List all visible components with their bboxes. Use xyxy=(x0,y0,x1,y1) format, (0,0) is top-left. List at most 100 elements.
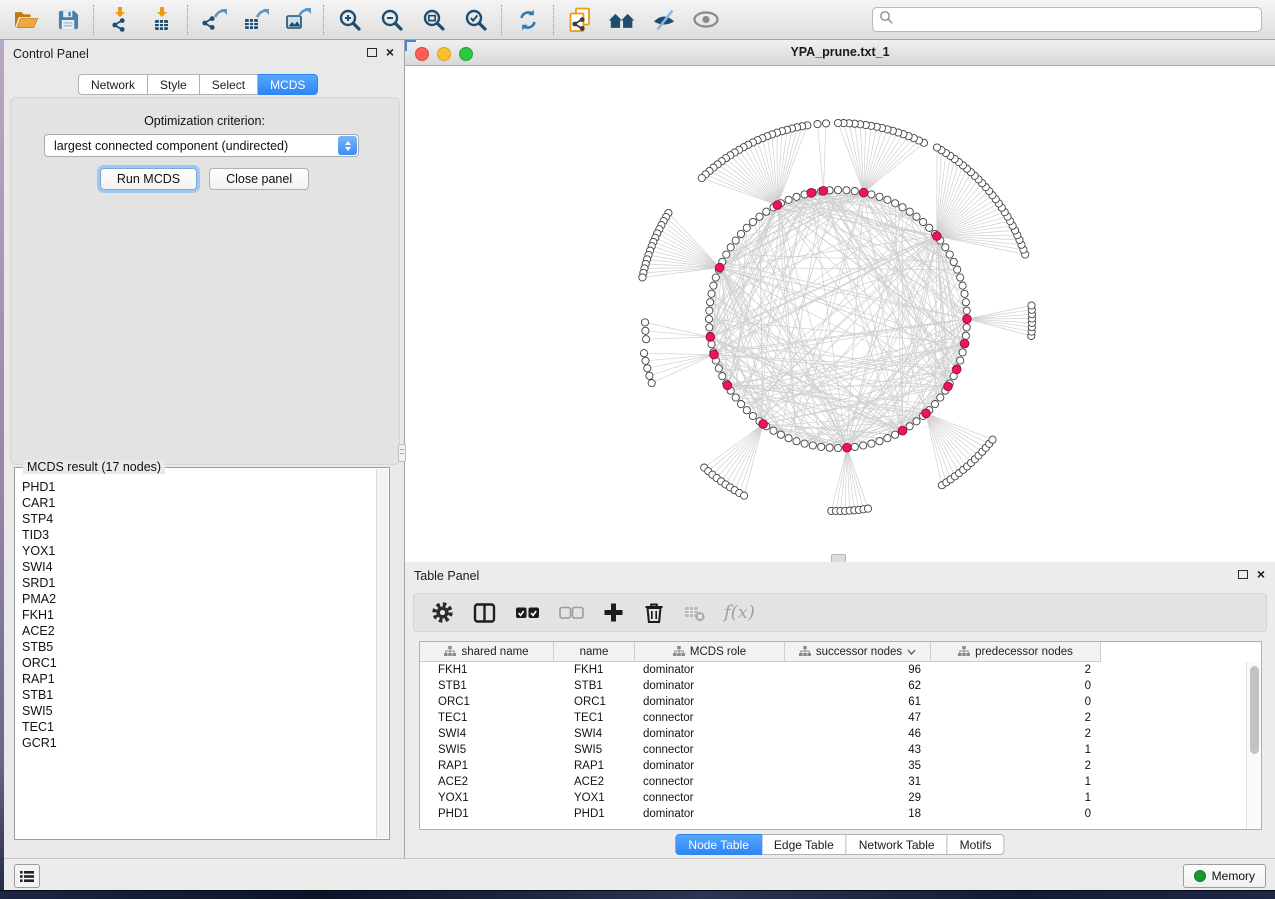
table-row[interactable]: RAP1RAP1dominator352 xyxy=(420,758,1247,774)
houses-icon[interactable] xyxy=(608,6,636,34)
deselect-all-icon[interactable] xyxy=(559,601,584,625)
mcds-result-item[interactable]: STB5 xyxy=(22,639,376,655)
eye-icon[interactable] xyxy=(692,6,720,34)
namespace-icon xyxy=(799,646,811,657)
hide-panels-icon[interactable] xyxy=(650,6,678,34)
save-icon[interactable] xyxy=(54,6,82,34)
close-table-panel-icon[interactable]: × xyxy=(1257,568,1265,580)
search-input[interactable] xyxy=(894,12,1261,28)
select-all-icon[interactable] xyxy=(515,601,540,625)
mcds-result-item[interactable]: STB1 xyxy=(22,687,376,703)
optimization-criterion-label: Optimization criterion: xyxy=(4,114,405,128)
tab-style[interactable]: Style xyxy=(148,74,200,95)
column-header-predecessor-nodes[interactable]: predecessor nodes xyxy=(931,642,1101,662)
column-view-icon[interactable] xyxy=(473,601,496,625)
open-folder-icon[interactable] xyxy=(12,6,40,34)
add-column-icon[interactable] xyxy=(603,601,624,625)
cell-predecessor-nodes: 2 xyxy=(931,726,1101,742)
toolbar-separator xyxy=(93,5,95,35)
cell-MCDS-role: dominator xyxy=(635,694,785,710)
cell-successor-nodes: 61 xyxy=(785,694,931,710)
mcds-result-box: MCDS result (17 nodes) PHD1CAR1STP4TID3Y… xyxy=(14,467,390,840)
memory-button[interactable]: Memory xyxy=(1183,864,1266,888)
mcds-result-item[interactable]: SWI5 xyxy=(22,703,376,719)
cell-MCDS-role: connector xyxy=(635,774,785,790)
zoom-selected-icon[interactable] xyxy=(462,6,490,34)
cell-MCDS-role: dominator xyxy=(635,662,785,678)
vertical-splitter-handle[interactable] xyxy=(398,444,406,462)
column-header-successor-nodes[interactable]: successor nodes xyxy=(785,642,931,662)
tab-network[interactable]: Network xyxy=(78,74,148,95)
mcds-result-item[interactable]: SWI4 xyxy=(22,559,376,575)
mcds-result-item[interactable]: ORC1 xyxy=(22,655,376,671)
export-image-icon[interactable] xyxy=(284,6,312,34)
table-row[interactable]: STB1STB1dominator620 xyxy=(420,678,1247,694)
cell-successor-nodes: 43 xyxy=(785,742,931,758)
zoom-in-icon[interactable] xyxy=(336,6,364,34)
table-tab-network-table[interactable]: Network Table xyxy=(847,834,948,855)
cell-predecessor-nodes: 1 xyxy=(931,790,1101,806)
table-row[interactable]: ACE2ACE2connector311 xyxy=(420,774,1247,790)
cell-MCDS-role: dominator xyxy=(635,758,785,774)
refresh-icon[interactable] xyxy=(514,6,542,34)
close-panel-icon[interactable]: × xyxy=(386,46,394,58)
cell-name: ACE2 xyxy=(554,774,635,790)
mcds-result-item[interactable]: PHD1 xyxy=(22,479,376,495)
task-history-button[interactable] xyxy=(14,864,40,888)
mcds-result-item[interactable]: CAR1 xyxy=(22,495,376,511)
export-network-icon[interactable] xyxy=(200,6,228,34)
column-header-shared-name[interactable]: shared name xyxy=(420,642,554,662)
list-icon xyxy=(19,869,35,884)
cell-successor-nodes: 62 xyxy=(785,678,931,694)
table-row[interactable]: YOX1YOX1connector291 xyxy=(420,790,1247,806)
cell-name: RAP1 xyxy=(554,758,635,774)
mcds-result-item[interactable]: PMA2 xyxy=(22,591,376,607)
namespace-icon xyxy=(958,646,970,657)
table-row[interactable]: PHD1PHD1dominator180 xyxy=(420,806,1247,822)
network-canvas[interactable] xyxy=(405,66,1275,562)
mcds-result-item[interactable]: TID3 xyxy=(22,527,376,543)
zoom-fit-icon[interactable] xyxy=(420,6,448,34)
mcds-result-item[interactable]: SRD1 xyxy=(22,575,376,591)
document-share-icon[interactable] xyxy=(566,6,594,34)
table-row[interactable]: SWI5SWI5connector431 xyxy=(420,742,1247,758)
table-tab-edge-table[interactable]: Edge Table xyxy=(762,834,847,855)
cell-name: FKH1 xyxy=(554,662,635,678)
tab-mcds[interactable]: MCDS xyxy=(258,74,318,95)
criterion-dropdown[interactable]: largest connected component (undirected) xyxy=(44,134,359,157)
table-row[interactable]: FKH1FKH1dominator962 xyxy=(420,662,1247,678)
run-mcds-button[interactable]: Run MCDS xyxy=(100,168,197,190)
table-row[interactable]: ORC1ORC1dominator610 xyxy=(420,694,1247,710)
mcds-result-item[interactable]: STP4 xyxy=(22,511,376,527)
tab-select[interactable]: Select xyxy=(200,74,258,95)
table-row[interactable]: TEC1TEC1connector472 xyxy=(420,710,1247,726)
search-box[interactable] xyxy=(872,7,1262,32)
float-panel-icon[interactable] xyxy=(367,48,377,57)
mcds-result-item[interactable]: GCR1 xyxy=(22,735,376,751)
column-header-MCDS-role[interactable]: MCDS role xyxy=(635,642,785,662)
close-panel-button[interactable]: Close panel xyxy=(209,168,309,190)
table-tab-node-table[interactable]: Node Table xyxy=(675,834,762,855)
mcds-result-item[interactable]: YOX1 xyxy=(22,543,376,559)
cell-MCDS-role: dominator xyxy=(635,806,785,822)
zoom-out-icon[interactable] xyxy=(378,6,406,34)
export-table-icon[interactable] xyxy=(242,6,270,34)
column-header-name[interactable]: name xyxy=(554,642,635,662)
mcds-result-item[interactable]: ACE2 xyxy=(22,623,376,639)
table-row[interactable]: SWI4SWI4dominator462 xyxy=(420,726,1247,742)
delete-column-icon[interactable] xyxy=(643,601,665,625)
settings-gear-icon[interactable] xyxy=(431,601,454,625)
mcds-result-item[interactable]: FKH1 xyxy=(22,607,376,623)
table-scrollbar-thumb[interactable] xyxy=(1250,666,1259,754)
import-table-icon[interactable] xyxy=(148,6,176,34)
toolbar-separator xyxy=(323,5,325,35)
result-list-scrollbar[interactable] xyxy=(376,469,388,838)
mcds-result-item[interactable]: TEC1 xyxy=(22,719,376,735)
dropdown-stepper-icon xyxy=(338,136,357,155)
table-tab-motifs[interactable]: Motifs xyxy=(948,834,1005,855)
import-network-icon[interactable] xyxy=(106,6,134,34)
mcds-result-item[interactable]: RAP1 xyxy=(22,671,376,687)
cell-shared-name: STB1 xyxy=(420,678,554,694)
float-table-panel-icon[interactable] xyxy=(1238,570,1248,579)
table-scrollbar[interactable] xyxy=(1246,662,1261,829)
